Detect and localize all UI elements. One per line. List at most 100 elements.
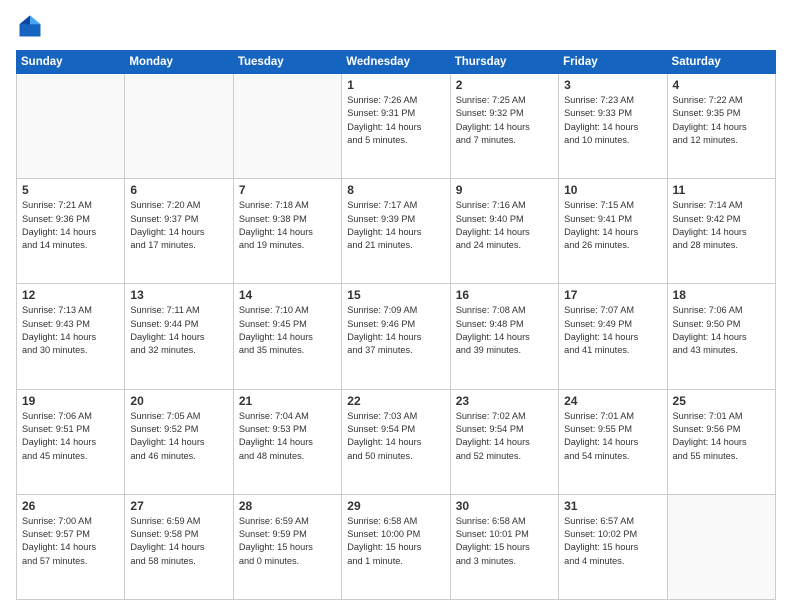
calendar-cell: 30 Sunrise: 6:58 AM Sunset: 10:01 PM Dayl… <box>450 494 558 599</box>
calendar-cell: 12Sunrise: 7:13 AM Sunset: 9:43 PM Dayli… <box>17 284 125 389</box>
calendar-cell: 9Sunrise: 7:16 AM Sunset: 9:40 PM Daylig… <box>450 179 558 284</box>
day-number: 17 <box>564 288 661 302</box>
day-info: Sunrise: 6:57 AM Sunset: 10:02 PM Daylig… <box>564 515 661 568</box>
day-number: 11 <box>673 183 770 197</box>
calendar-cell <box>125 74 233 179</box>
day-info: Sunrise: 6:59 AM Sunset: 9:58 PM Dayligh… <box>130 515 227 568</box>
day-info: Sunrise: 7:17 AM Sunset: 9:39 PM Dayligh… <box>347 199 444 252</box>
calendar-cell: 29 Sunrise: 6:58 AM Sunset: 10:00 PM Dayl… <box>342 494 450 599</box>
day-info: Sunrise: 7:11 AM Sunset: 9:44 PM Dayligh… <box>130 304 227 357</box>
calendar-week-5: 26Sunrise: 7:00 AM Sunset: 9:57 PM Dayli… <box>17 494 776 599</box>
calendar-cell: 25 Sunrise: 7:01 AM Sunset: 9:56 PM Dayli… <box>667 389 775 494</box>
day-info: Sunrise: 7:03 AM Sunset: 9:54 PM Dayligh… <box>347 410 444 463</box>
calendar-cell: 20Sunrise: 7:05 AM Sunset: 9:52 PM Dayli… <box>125 389 233 494</box>
day-number: 10 <box>564 183 661 197</box>
calendar-cell: 7 Sunrise: 7:18 AM Sunset: 9:38 PM Daylig… <box>233 179 341 284</box>
day-info: Sunrise: 7:21 AM Sunset: 9:36 PM Dayligh… <box>22 199 119 252</box>
calendar-cell: 31 Sunrise: 6:57 AM Sunset: 10:02 PM Dayl… <box>559 494 667 599</box>
calendar-cell: 4Sunrise: 7:22 AM Sunset: 9:35 PM Daylig… <box>667 74 775 179</box>
day-number: 29 <box>347 499 444 513</box>
day-number: 8 <box>347 183 444 197</box>
day-number: 1 <box>347 78 444 92</box>
calendar-cell: 15Sunrise: 7:09 AM Sunset: 9:46 PM Dayli… <box>342 284 450 389</box>
day-info: Sunrise: 7:01 AM Sunset: 9:56 PM Dayligh… <box>673 410 770 463</box>
day-info: Sunrise: 7:06 AM Sunset: 9:50 PM Dayligh… <box>673 304 770 357</box>
calendar-cell: 18 Sunrise: 7:06 AM Sunset: 9:50 PM Dayli… <box>667 284 775 389</box>
logo <box>16 12 48 40</box>
day-number: 6 <box>130 183 227 197</box>
day-number: 28 <box>239 499 336 513</box>
calendar-cell: 11 Sunrise: 7:14 AM Sunset: 9:42 PM Dayli… <box>667 179 775 284</box>
calendar-cell: 8 Sunrise: 7:17 AM Sunset: 9:39 PM Daylig… <box>342 179 450 284</box>
day-number: 16 <box>456 288 553 302</box>
day-info: Sunrise: 7:07 AM Sunset: 9:49 PM Dayligh… <box>564 304 661 357</box>
day-number: 7 <box>239 183 336 197</box>
day-info: Sunrise: 7:10 AM Sunset: 9:45 PM Dayligh… <box>239 304 336 357</box>
day-number: 18 <box>673 288 770 302</box>
day-info: Sunrise: 6:59 AM Sunset: 9:59 PM Dayligh… <box>239 515 336 568</box>
header <box>16 12 776 40</box>
weekday-header-thursday: Thursday <box>450 51 558 74</box>
day-number: 5 <box>22 183 119 197</box>
calendar-cell: 21Sunrise: 7:04 AM Sunset: 9:53 PM Dayli… <box>233 389 341 494</box>
calendar-cell <box>233 74 341 179</box>
calendar-cell: 14 Sunrise: 7:10 AM Sunset: 9:45 PM Dayli… <box>233 284 341 389</box>
day-number: 30 <box>456 499 553 513</box>
calendar-cell: 6 Sunrise: 7:20 AM Sunset: 9:37 PM Daylig… <box>125 179 233 284</box>
day-number: 9 <box>456 183 553 197</box>
day-info: Sunrise: 7:26 AM Sunset: 9:31 PM Dayligh… <box>347 94 444 147</box>
day-info: Sunrise: 7:14 AM Sunset: 9:42 PM Dayligh… <box>673 199 770 252</box>
day-number: 21 <box>239 394 336 408</box>
day-info: Sunrise: 7:06 AM Sunset: 9:51 PM Dayligh… <box>22 410 119 463</box>
day-number: 14 <box>239 288 336 302</box>
calendar-cell: 23Sunrise: 7:02 AM Sunset: 9:54 PM Dayli… <box>450 389 558 494</box>
day-info: Sunrise: 7:22 AM Sunset: 9:35 PM Dayligh… <box>673 94 770 147</box>
day-number: 27 <box>130 499 227 513</box>
calendar: SundayMondayTuesdayWednesdayThursdayFrid… <box>16 50 776 600</box>
page: SundayMondayTuesdayWednesdayThursdayFrid… <box>0 0 792 612</box>
day-info: Sunrise: 7:23 AM Sunset: 9:33 PM Dayligh… <box>564 94 661 147</box>
day-number: 31 <box>564 499 661 513</box>
calendar-cell: 3Sunrise: 7:23 AM Sunset: 9:33 PM Daylig… <box>559 74 667 179</box>
calendar-cell: 1 Sunrise: 7:26 AM Sunset: 9:31 PM Daylig… <box>342 74 450 179</box>
weekday-header-friday: Friday <box>559 51 667 74</box>
calendar-cell: 2 Sunrise: 7:25 AM Sunset: 9:32 PM Daylig… <box>450 74 558 179</box>
day-info: Sunrise: 7:20 AM Sunset: 9:37 PM Dayligh… <box>130 199 227 252</box>
day-info: Sunrise: 7:01 AM Sunset: 9:55 PM Dayligh… <box>564 410 661 463</box>
calendar-body: 1 Sunrise: 7:26 AM Sunset: 9:31 PM Daylig… <box>17 74 776 600</box>
calendar-week-2: 5 Sunrise: 7:21 AM Sunset: 9:36 PM Daylig… <box>17 179 776 284</box>
day-info: Sunrise: 6:58 AM Sunset: 10:01 PM Daylig… <box>456 515 553 568</box>
calendar-cell: 17 Sunrise: 7:07 AM Sunset: 9:49 PM Dayli… <box>559 284 667 389</box>
day-info: Sunrise: 7:18 AM Sunset: 9:38 PM Dayligh… <box>239 199 336 252</box>
weekday-header-saturday: Saturday <box>667 51 775 74</box>
day-number: 26 <box>22 499 119 513</box>
calendar-cell: 19 Sunrise: 7:06 AM Sunset: 9:51 PM Dayli… <box>17 389 125 494</box>
calendar-week-1: 1 Sunrise: 7:26 AM Sunset: 9:31 PM Daylig… <box>17 74 776 179</box>
day-number: 13 <box>130 288 227 302</box>
calendar-week-4: 19 Sunrise: 7:06 AM Sunset: 9:51 PM Dayli… <box>17 389 776 494</box>
day-number: 22 <box>347 394 444 408</box>
day-number: 19 <box>22 394 119 408</box>
day-number: 23 <box>456 394 553 408</box>
calendar-cell: 22 Sunrise: 7:03 AM Sunset: 9:54 PM Dayli… <box>342 389 450 494</box>
weekday-header-tuesday: Tuesday <box>233 51 341 74</box>
calendar-cell: 5 Sunrise: 7:21 AM Sunset: 9:36 PM Daylig… <box>17 179 125 284</box>
calendar-header: SundayMondayTuesdayWednesdayThursdayFrid… <box>17 51 776 74</box>
logo-icon <box>16 12 44 40</box>
day-number: 2 <box>456 78 553 92</box>
calendar-cell: 26Sunrise: 7:00 AM Sunset: 9:57 PM Dayli… <box>17 494 125 599</box>
calendar-cell: 16 Sunrise: 7:08 AM Sunset: 9:48 PM Dayli… <box>450 284 558 389</box>
calendar-cell: 10 Sunrise: 7:15 AM Sunset: 9:41 PM Dayli… <box>559 179 667 284</box>
day-info: Sunrise: 6:58 AM Sunset: 10:00 PM Daylig… <box>347 515 444 568</box>
weekday-header-wednesday: Wednesday <box>342 51 450 74</box>
calendar-cell <box>17 74 125 179</box>
weekday-header-sunday: Sunday <box>17 51 125 74</box>
day-number: 25 <box>673 394 770 408</box>
day-number: 15 <box>347 288 444 302</box>
weekday-header-monday: Monday <box>125 51 233 74</box>
day-number: 24 <box>564 394 661 408</box>
day-info: Sunrise: 7:25 AM Sunset: 9:32 PM Dayligh… <box>456 94 553 147</box>
day-info: Sunrise: 7:15 AM Sunset: 9:41 PM Dayligh… <box>564 199 661 252</box>
calendar-cell: 24 Sunrise: 7:01 AM Sunset: 9:55 PM Dayli… <box>559 389 667 494</box>
day-info: Sunrise: 7:08 AM Sunset: 9:48 PM Dayligh… <box>456 304 553 357</box>
